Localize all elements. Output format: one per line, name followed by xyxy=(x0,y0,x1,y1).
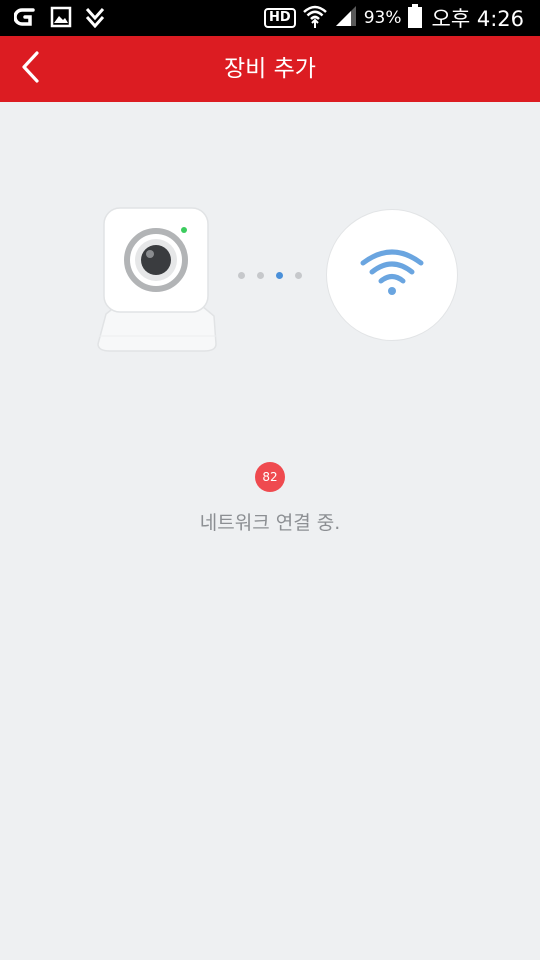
connection-status-text: 네트워크 연결 중. xyxy=(199,512,341,534)
progress-dot xyxy=(238,272,245,279)
connection-dots xyxy=(238,272,302,279)
page-title: 장비 추가 xyxy=(224,56,316,82)
wifi-icon xyxy=(359,247,425,303)
gallery-icon xyxy=(50,6,72,32)
status-bar: HD 93% 오후 4:26 xyxy=(0,0,540,36)
camera-icon xyxy=(97,207,217,352)
progress-dot xyxy=(257,272,264,279)
progress-dot xyxy=(295,272,302,279)
progress-badge: 82 xyxy=(255,462,285,492)
wifi-illustration xyxy=(326,209,458,341)
battery-icon xyxy=(407,4,422,32)
hd-badge: HD xyxy=(264,8,296,28)
status-bar-right: HD 93% 오후 4:26 xyxy=(264,3,524,33)
download-check-icon xyxy=(84,6,106,32)
camera-illustration xyxy=(94,206,220,356)
progress-dot-active xyxy=(276,272,283,279)
wifi-signal-icon xyxy=(302,3,328,33)
battery-percent: 93% xyxy=(363,8,402,28)
carrier-g-icon xyxy=(13,5,38,33)
status-bar-left xyxy=(13,5,106,33)
status-time: 오후 4:26 xyxy=(431,7,524,31)
app-header: 장비 추가 xyxy=(0,36,540,102)
cell-signal-icon xyxy=(334,4,358,32)
